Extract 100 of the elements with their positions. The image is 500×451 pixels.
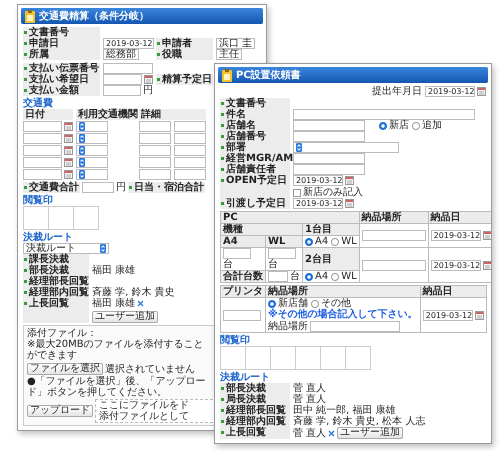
calendar-icon[interactable]: [64, 134, 73, 143]
radio-button[interactable]: [268, 300, 276, 308]
date-field[interactable]: [23, 133, 62, 144]
date-field[interactable]: [23, 169, 62, 180]
section-title: 閲覧印: [23, 195, 53, 206]
text-field[interactable]: [139, 145, 171, 156]
stamp-box: [295, 346, 321, 370]
unit-label: 台: [290, 271, 300, 282]
dropdown-icon[interactable]: [79, 146, 85, 155]
file-choose-button[interactable]: ファイルを選択: [27, 363, 103, 375]
select-field[interactable]: [76, 169, 108, 180]
option-label[interactable]: A4: [315, 236, 328, 247]
remove-icon[interactable]: [328, 430, 336, 437]
checkbox[interactable]: [293, 188, 301, 196]
calendar-icon[interactable]: [482, 260, 491, 270]
calendar-icon[interactable]: [64, 158, 73, 167]
select-field[interactable]: [76, 133, 108, 144]
text-field[interactable]: [103, 63, 153, 74]
dropdown-icon[interactable]: [79, 122, 85, 131]
text-field[interactable]: [174, 157, 206, 168]
text-field[interactable]: [139, 133, 171, 144]
date-field[interactable]: 2019-03-12: [293, 198, 343, 209]
calendar-icon[interactable]: [482, 231, 491, 240]
text-field[interactable]: 主任: [216, 49, 242, 60]
add-user-button[interactable]: ユーザー追加: [92, 311, 158, 323]
calendar-icon[interactable]: [144, 75, 153, 84]
column-header: 2台目: [302, 248, 360, 271]
text-field[interactable]: [310, 321, 400, 332]
text-field[interactable]: [139, 157, 171, 168]
text-field[interactable]: [268, 271, 288, 282]
field-label: 精算予定日: [156, 74, 213, 85]
text-field[interactable]: [223, 248, 251, 259]
date-field[interactable]: 2019-03-12: [103, 38, 154, 49]
text-field[interactable]: [223, 310, 261, 321]
text-field[interactable]: [174, 121, 206, 132]
field-label: 交通費合計: [23, 182, 80, 193]
calendar-icon[interactable]: [64, 146, 73, 155]
calendar-icon[interactable]: [64, 122, 73, 131]
date-field[interactable]: [23, 157, 62, 168]
calendar-icon[interactable]: [477, 87, 486, 96]
text-field[interactable]: [103, 85, 141, 96]
text-field[interactable]: [362, 260, 426, 270]
select-field[interactable]: [76, 157, 108, 168]
dropdown-icon[interactable]: [79, 134, 85, 143]
text-field[interactable]: [139, 121, 171, 132]
calendar-icon[interactable]: [64, 170, 73, 179]
text-field[interactable]: [174, 145, 206, 156]
date-field[interactable]: [23, 145, 62, 156]
dropdown-icon[interactable]: [100, 244, 106, 253]
text-field[interactable]: [82, 182, 114, 193]
date-field[interactable]: 2019-03-12: [430, 230, 481, 241]
text-field[interactable]: [293, 153, 365, 164]
text-field[interactable]: [268, 248, 296, 259]
unit-label: 円: [143, 85, 153, 96]
dropdown-icon[interactable]: [79, 170, 85, 179]
option-label[interactable]: 追加: [422, 120, 442, 131]
option-label[interactable]: WL: [341, 236, 357, 247]
upload-button[interactable]: アップロード: [27, 405, 93, 417]
select-field[interactable]: [76, 121, 108, 132]
text-field[interactable]: [293, 120, 365, 131]
add-user-button[interactable]: ユーザー追加: [337, 427, 404, 440]
radio-button[interactable]: [412, 122, 420, 130]
text-field[interactable]: [139, 169, 171, 180]
date-field[interactable]: 2019-03-12: [293, 175, 343, 186]
text-field[interactable]: [293, 131, 365, 142]
radio-button[interactable]: [311, 300, 319, 308]
calendar-icon[interactable]: [474, 310, 484, 320]
date-field[interactable]: [103, 74, 142, 85]
radio-button[interactable]: [305, 238, 313, 246]
select-field[interactable]: [76, 145, 108, 156]
radio-button[interactable]: [331, 238, 340, 246]
dropdown-icon[interactable]: [79, 158, 85, 167]
text-field[interactable]: [362, 230, 426, 241]
radio-button[interactable]: [331, 272, 340, 281]
text-field[interactable]: [293, 109, 475, 120]
text-field[interactable]: 総務部: [103, 49, 139, 60]
radio-button[interactable]: [379, 122, 387, 130]
checkbox-label[interactable]: 新店のみ記入: [303, 187, 363, 198]
text-field[interactable]: [174, 169, 206, 180]
calendar-icon[interactable]: [345, 176, 354, 185]
remove-icon[interactable]: [137, 300, 144, 307]
date-field[interactable]: [23, 121, 62, 132]
select-field[interactable]: [293, 142, 399, 153]
radio-button[interactable]: [305, 272, 313, 281]
field-label: 経営MGR/AM: [220, 153, 290, 164]
option-label[interactable]: A4: [315, 271, 328, 282]
date-field[interactable]: 2019-03-12: [422, 310, 473, 321]
date-field[interactable]: 2019-03-12: [425, 86, 475, 97]
option-label[interactable]: 新店: [389, 120, 409, 131]
select-field[interactable]: 決裁ルート: [23, 243, 109, 254]
option-label[interactable]: WL: [341, 271, 357, 282]
text-field[interactable]: [293, 164, 365, 175]
calendar-icon[interactable]: [345, 199, 354, 208]
text-field[interactable]: [174, 133, 206, 144]
dropdown-icon[interactable]: [296, 143, 302, 152]
text-field[interactable]: 浜口 圭: [216, 38, 256, 49]
option-label[interactable]: その他: [321, 298, 351, 310]
option-label[interactable]: 新店舗: [278, 298, 308, 310]
date-field[interactable]: 2019-03-12: [430, 260, 481, 271]
file-status: 選択されていません: [105, 364, 195, 374]
